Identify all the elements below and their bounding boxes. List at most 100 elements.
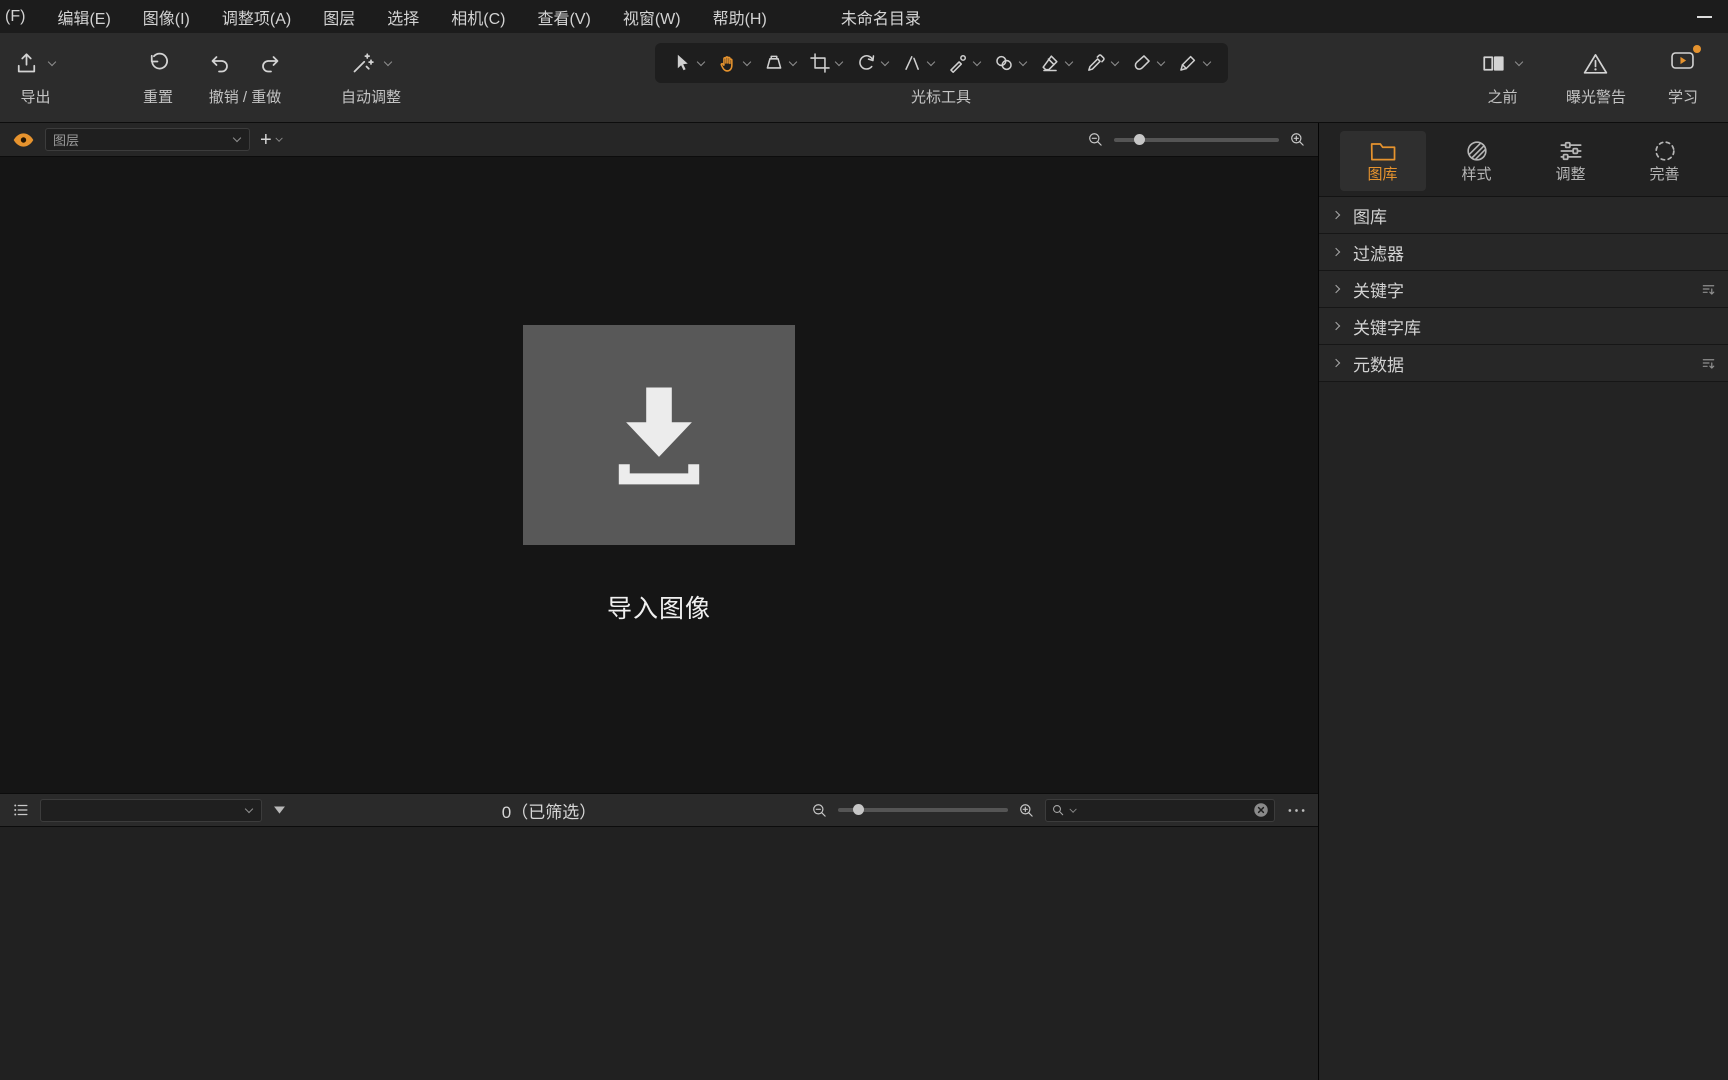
chevron-right-icon (1333, 359, 1342, 368)
zoom-out-icon[interactable] (1087, 131, 1104, 148)
clone-tool[interactable] (993, 52, 1028, 74)
hand-tool[interactable] (717, 52, 752, 74)
reset-label: 重置 (143, 89, 174, 106)
undo-redo-group: 撤销 / 重做 (207, 43, 283, 107)
pointer-tool[interactable] (671, 52, 706, 74)
tab-refine[interactable]: 完善 (1622, 131, 1708, 191)
filter-funnel-icon[interactable] (272, 804, 287, 816)
viewer-browser-column: 图层 + 导入图像 0（已筛选） (0, 123, 1318, 1080)
chevron-down-icon (835, 59, 844, 68)
search-icon (1051, 803, 1066, 818)
eyedropper-tool[interactable] (1085, 52, 1120, 74)
folder-icon (1369, 139, 1397, 163)
layers-dropdown[interactable]: 图层 (45, 128, 250, 151)
zoom-in-icon[interactable] (1018, 802, 1035, 819)
main-toolbar: 导出 重置 撤销 / 重做 自动调整 光标工具 之前 曝光警告 学习 (0, 33, 1728, 123)
section-filters[interactable]: 过滤器 (1319, 234, 1728, 271)
reset-button[interactable]: 重置 (143, 43, 173, 107)
loupe-tool[interactable] (763, 52, 798, 74)
tab-label: 样式 (1461, 166, 1492, 183)
brush-tool[interactable] (1131, 52, 1166, 74)
zoom-in-icon[interactable] (1289, 131, 1306, 148)
browser-toolbar: 0（已筛选） (0, 793, 1318, 827)
section-label: 图库 (1353, 207, 1387, 227)
chevron-down-icon (1019, 59, 1028, 68)
exposure-warning-label: 曝光警告 (1565, 89, 1626, 106)
chevron-down-icon (275, 136, 283, 144)
thumbnail-size-slider[interactable] (838, 804, 1008, 815)
sort-dropdown[interactable] (40, 798, 262, 822)
tab-library[interactable]: 图库 (1339, 130, 1426, 191)
import-images-tile[interactable] (523, 325, 795, 545)
chevron-down-icon (1203, 59, 1212, 68)
menu-item[interactable]: 图层 (307, 0, 371, 33)
clear-search-icon[interactable] (1253, 802, 1269, 818)
menu-item[interactable]: 相机(C) (435, 0, 521, 33)
chevron-down-icon (789, 59, 798, 68)
tab-styles[interactable]: 样式 (1434, 131, 1520, 191)
erase-tool[interactable] (1039, 52, 1074, 74)
list-view-icon[interactable] (12, 801, 30, 819)
export-label: 导出 (20, 89, 51, 106)
viewer-zoom-slider[interactable] (1114, 133, 1279, 145)
chevron-down-icon (384, 59, 393, 68)
chevron-down-icon (48, 59, 57, 68)
menubar: (F) 编辑(E) 图像(I) 调整项(A) 图层 选择 相机(C) 查看(V) 视窗(W) 帮助… (0, 0, 1728, 33)
eyedropper-icon (1085, 52, 1107, 74)
export-button[interactable]: 导出 (14, 43, 57, 107)
menu-item[interactable]: 编辑(E) (41, 0, 126, 33)
learn-label: 学习 (1667, 89, 1698, 106)
search-input[interactable] (1081, 802, 1250, 818)
erase-icon (1039, 52, 1061, 74)
presets-icon[interactable] (1701, 356, 1716, 371)
section-metadata[interactable]: 元数据 (1319, 345, 1728, 382)
before-toggle[interactable]: 之前 (1481, 43, 1524, 107)
chevron-down-icon (743, 59, 752, 68)
pen-tool[interactable] (1177, 52, 1212, 74)
content-area: 图层 + 导入图像 0（已筛选） 图库 样式 调整 完善 图库 过滤器 关键字 … (0, 123, 1728, 1080)
crop-tool[interactable] (809, 52, 844, 74)
heal-tool[interactable] (947, 52, 982, 74)
section-keywords[interactable]: 关键字 (1319, 271, 1728, 308)
learn-button[interactable]: 学习 (1667, 43, 1702, 107)
menu-item[interactable]: 图像(I) (127, 0, 206, 33)
rotate-tool[interactable] (855, 52, 890, 74)
proof-eye-icon[interactable] (12, 132, 35, 148)
menu-item[interactable]: 帮助(H) (697, 0, 783, 33)
undo-icon[interactable] (207, 51, 232, 76)
panel-sections: 图库过滤器关键字关键字库元数据 (1319, 197, 1728, 382)
undo-redo-label: 撤销 / 重做 (208, 89, 282, 106)
chevron-down-icon (1515, 59, 1524, 68)
menu-item[interactable]: 视窗(W) (607, 0, 697, 33)
tab-label: 图库 (1367, 166, 1398, 183)
window-minimize-icon[interactable] (1681, 0, 1728, 33)
cursor-tools-group (654, 43, 1228, 83)
export-icon (14, 51, 39, 76)
menu-item[interactable]: 选择 (371, 0, 435, 33)
play-tutorial-icon (1670, 48, 1695, 73)
add-layer-button[interactable]: + (260, 130, 284, 150)
chevron-down-icon (245, 806, 254, 815)
presets-icon[interactable] (1701, 282, 1716, 297)
menu-item[interactable]: (F) (0, 0, 41, 33)
warning-triangle-icon (1583, 51, 1608, 76)
section-label: 关键字库 (1353, 318, 1421, 338)
straighten-tool[interactable] (901, 52, 936, 74)
auto-adjust-label: 自动调整 (341, 89, 402, 106)
zoom-out-icon[interactable] (811, 802, 828, 819)
tab-adjust[interactable]: 调整 (1528, 131, 1614, 191)
auto-adjust-button[interactable]: 自动调整 (341, 43, 401, 107)
redo-icon[interactable] (258, 51, 283, 76)
section-keyword-library[interactable]: 关键字库 (1319, 308, 1728, 345)
viewer-canvas: 导入图像 (0, 157, 1318, 793)
chevron-right-icon (1333, 322, 1342, 331)
section-label: 关键字 (1353, 281, 1404, 301)
menu-item[interactable]: 调整项(A) (206, 0, 307, 33)
notification-dot (1693, 45, 1702, 53)
menu-item[interactable]: 查看(V) (521, 0, 606, 33)
exposure-warning-toggle[interactable]: 曝光警告 (1566, 43, 1626, 107)
more-options-icon[interactable] (1287, 807, 1306, 814)
search-field (1045, 798, 1275, 822)
browser-filmstrip (0, 827, 1318, 1080)
section-library[interactable]: 图库 (1319, 197, 1728, 234)
